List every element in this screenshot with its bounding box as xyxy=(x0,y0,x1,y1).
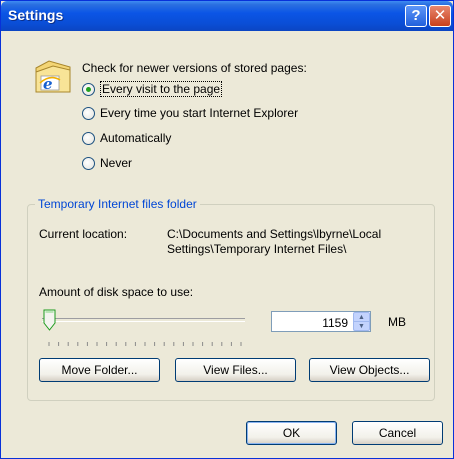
slider-ticks xyxy=(48,335,243,346)
radio-button[interactable] xyxy=(82,106,95,120)
radio-label: Never xyxy=(100,156,133,170)
radio-label: Automatically xyxy=(100,131,172,145)
disk-space-spinner[interactable]: ▲ ▼ xyxy=(353,312,370,331)
spin-down-icon[interactable]: ▼ xyxy=(354,322,369,331)
disk-space-slider-track[interactable] xyxy=(42,318,245,322)
radio-every-visit[interactable]: Every visit to the page xyxy=(82,81,223,97)
disk-space-unit: MB xyxy=(388,315,406,329)
help-button[interactable]: ? xyxy=(405,5,427,27)
close-button[interactable]: ✕ xyxy=(429,5,451,27)
disk-space-slider-thumb[interactable] xyxy=(43,309,56,331)
ok-button[interactable]: OK xyxy=(246,421,337,445)
view-objects-button[interactable]: View Objects... xyxy=(309,358,430,382)
radio-label: Every visit to the page xyxy=(100,81,223,97)
view-files-button[interactable]: View Files... xyxy=(175,358,296,382)
ie-folder-icon: e xyxy=(33,58,73,96)
location-line-2: Settings\Temporary Internet Files\ xyxy=(167,242,347,256)
group-title: Temporary Internet files folder xyxy=(35,197,200,211)
disk-space-label: Amount of disk space to use: xyxy=(39,285,194,299)
location-line-1: C:\Documents and Settings\lbyrne\Local xyxy=(167,227,382,241)
cancel-button[interactable]: Cancel xyxy=(352,421,443,445)
dialog-title: Settings xyxy=(8,7,64,23)
radio-button[interactable] xyxy=(82,156,95,170)
current-location-value: C:\Documents and Settings\lbyrne\Local S… xyxy=(167,227,437,257)
radio-button[interactable] xyxy=(82,131,95,145)
radio-never[interactable]: Never xyxy=(82,156,132,170)
move-folder-button[interactable]: Move Folder... xyxy=(39,358,160,382)
radio-label: Every time you start Internet Explorer xyxy=(100,106,299,120)
spin-up-icon[interactable]: ▲ xyxy=(354,313,369,322)
radio-button-selected[interactable] xyxy=(82,82,95,96)
radio-every-start[interactable]: Every time you start Internet Explorer xyxy=(82,106,298,120)
check-newer-label: Check for newer versions of stored pages… xyxy=(82,61,307,75)
title-bar[interactable]: Settings ? ✕ xyxy=(1,1,453,31)
current-location-label: Current location: xyxy=(39,227,128,241)
radio-automatically[interactable]: Automatically xyxy=(82,131,171,145)
